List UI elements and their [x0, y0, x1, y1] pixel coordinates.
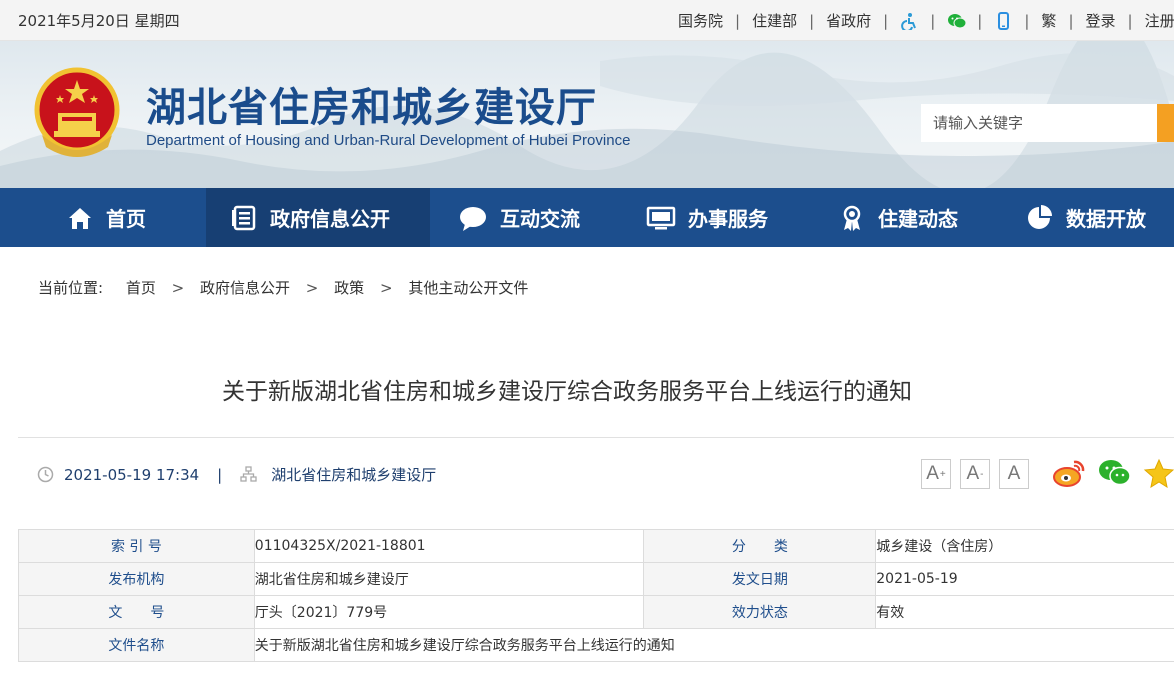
link-provincial-gov[interactable]: 省政府: [826, 10, 871, 31]
key-publisher: 发布机构: [18, 562, 255, 596]
wechat-share-icon[interactable]: [1098, 458, 1132, 488]
nav-services[interactable]: 办事服务: [646, 188, 768, 247]
key-validity: 效力状态: [643, 595, 877, 629]
nav-interaction[interactable]: 互动交流: [458, 188, 580, 247]
value-issue-date: 2021-05-19: [875, 562, 1174, 596]
site-title: 湖北省住房和城乡建设厅: [146, 84, 597, 131]
breadcrumb-gov-info[interactable]: 政府信息公开: [200, 279, 290, 297]
top-bar: 2021年5月20日 星期四 国务院 | 住建部 | 省政府 | | | | 繁…: [0, 0, 1174, 41]
nav-label: 互动交流: [500, 207, 580, 231]
divider: [18, 437, 1174, 438]
publish-datetime: 2021-05-19 17:34: [64, 465, 200, 484]
star-favorite-icon[interactable]: [1143, 458, 1174, 488]
national-emblem: [34, 67, 120, 157]
clock-icon: [37, 466, 54, 483]
table-row: 发布机构 湖北省住房和城乡建设厅 发文日期 2021-05-19: [18, 562, 1174, 596]
article-meta: 2021-05-19 17:34 | 湖北省住房和城乡建设厅: [37, 464, 436, 485]
table-row: 文 号 厅头〔2021〕779号 效力状态 有效: [18, 595, 1174, 629]
value-category: 城乡建设（含住房）: [875, 529, 1174, 563]
home-icon: [69, 207, 91, 229]
breadcrumb-home[interactable]: 首页: [126, 279, 156, 297]
key-category: 分 类: [643, 529, 877, 563]
breadcrumb-label: 当前位置:: [38, 279, 104, 297]
search-button[interactable]: [1157, 104, 1174, 142]
document-list-icon: [232, 205, 256, 230]
breadcrumb-other-files[interactable]: 其他主动公开文件: [408, 279, 528, 297]
top-links: 国务院 | 住建部 | 省政府 | | | | 繁 | 登录 | 注册: [678, 10, 1174, 32]
breadcrumb: 当前位置: 首页 > 政府信息公开 > 政策 > 其他主动公开文件: [38, 279, 529, 297]
key-file-name: 文件名称: [18, 628, 255, 662]
accessibility-icon[interactable]: [900, 12, 918, 32]
site-header: 湖北省住房和城乡建设厅 Department of Housing and Ur…: [0, 41, 1174, 188]
font-increase-button[interactable]: A +: [921, 459, 951, 489]
mobile-icon[interactable]: [994, 11, 1012, 30]
chat-bubble-icon: [460, 206, 486, 231]
key-issue-date: 发文日期: [643, 562, 877, 596]
value-validity: 有效: [875, 595, 1174, 629]
key-doc-number: 文 号: [18, 595, 255, 629]
font-decrease-button[interactable]: A-: [960, 459, 990, 489]
nav-gov-info[interactable]: 政府信息公开: [206, 188, 430, 247]
font-reset-button[interactable]: A: [999, 459, 1029, 489]
nav-home[interactable]: 首页: [66, 188, 146, 247]
pie-chart-icon: [1028, 204, 1052, 229]
value-index-number: 01104325X/2021-18801: [253, 529, 645, 563]
org-structure-icon: [240, 466, 257, 482]
traditional-chinese-link[interactable]: 繁: [1041, 10, 1056, 31]
article-source: 湖北省住房和城乡建设厅: [271, 466, 437, 484]
weibo-icon[interactable]: [1052, 458, 1086, 488]
nav-label: 住建动态: [878, 207, 958, 231]
breadcrumb-policy[interactable]: 政策: [334, 279, 364, 297]
document-info-table: 索 引 号 01104325X/2021-18801 分 类 城乡建设（含住房）…: [18, 529, 1174, 662]
link-mohurd[interactable]: 住建部: [752, 10, 797, 31]
value-file-name: 关于新版湖北省住房和城乡建设厅综合政务服务平台上线运行的通知: [253, 628, 1174, 662]
award-icon: [843, 205, 861, 231]
nav-news[interactable]: 住建动态: [838, 188, 958, 247]
table-row: 索 引 号 01104325X/2021-18801 分 类 城乡建设（含住房）: [18, 529, 1174, 563]
value-publisher: 湖北省住房和城乡建设厅: [253, 562, 645, 596]
register-link[interactable]: 注册: [1145, 10, 1174, 31]
nav-label: 政府信息公开: [270, 207, 390, 231]
nav-label: 数据开放: [1066, 207, 1146, 231]
nav-label: 首页: [106, 207, 146, 231]
nav-label: 办事服务: [688, 207, 768, 231]
search-input[interactable]: [921, 104, 1157, 142]
nav-open-data[interactable]: 数据开放: [1024, 188, 1146, 247]
link-state-council[interactable]: 国务院: [678, 10, 723, 31]
article-title: 关于新版湖北省住房和城乡建设厅综合政务服务平台上线运行的通知: [222, 379, 912, 405]
login-link[interactable]: 登录: [1086, 10, 1116, 31]
key-index-number: 索 引 号: [18, 529, 255, 563]
wechat-icon[interactable]: [947, 12, 967, 30]
monitor-icon: [646, 206, 676, 229]
main-nav: 首页 政府信息公开 互动交流 办事服务 住建动态 数据开放: [0, 188, 1174, 247]
value-doc-number: 厅头〔2021〕779号: [253, 595, 645, 629]
site-title-english: Department of Housing and Urban-Rural De…: [146, 132, 631, 149]
current-date: 2021年5月20日 星期四: [18, 12, 180, 30]
table-row: 文件名称 关于新版湖北省住房和城乡建设厅综合政务服务平台上线运行的通知: [18, 628, 1174, 662]
